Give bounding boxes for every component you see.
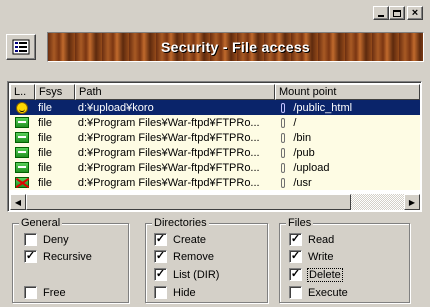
mount-list[interactable]: L.. Fsys Path Mount point file d:¥upload…: [7, 81, 422, 212]
read-checkbox[interactable]: ✓ Read: [289, 233, 334, 246]
path-cell: d:¥Program Files¥War-ftpd¥FTPRo...: [77, 116, 260, 129]
paperclip-icon: [281, 117, 286, 128]
mount-cell: /public_html: [293, 101, 353, 114]
scroll-left-button[interactable]: ◀: [10, 194, 26, 210]
column-header-l[interactable]: L..: [10, 84, 35, 100]
table-row[interactable]: file d:¥Program Files¥War-ftpd¥FTPRo... …: [10, 130, 420, 145]
checkbox-box[interactable]: ✓: [154, 233, 167, 246]
checkbox-box[interactable]: [154, 286, 167, 299]
paperclip-icon: [281, 162, 286, 173]
table-row[interactable]: file d:¥Program Files¥War-ftpd¥FTPRo... …: [10, 160, 420, 175]
checkbox-box[interactable]: [289, 286, 302, 299]
path-cell: d:¥Program Files¥War-ftpd¥FTPRo...: [77, 161, 260, 174]
general-group-label: General: [19, 216, 63, 230]
paperclip-icon: [281, 132, 286, 143]
fsys-cell: file: [37, 116, 52, 129]
checkbox-box[interactable]: ✓: [289, 250, 302, 263]
table-row[interactable]: file d:¥Program Files¥War-ftpd¥FTPRo... …: [10, 115, 420, 130]
path-cell: d:¥Program Files¥War-ftpd¥FTPRo...: [77, 131, 260, 144]
table-row[interactable]: file d:¥upload¥koro /public_html: [10, 100, 420, 115]
page-title: Security - File access: [160, 39, 310, 55]
table-row[interactable]: file d:¥Program Files¥War-ftpd¥FTPRo... …: [10, 175, 420, 190]
checkbox-box[interactable]: ✓: [289, 268, 302, 281]
scroll-thumb[interactable]: [26, 194, 351, 210]
checkbox-box[interactable]: [24, 233, 37, 246]
fsys-cell: file: [37, 146, 52, 159]
files-group-label: Files: [286, 216, 314, 230]
list-icon: [12, 39, 30, 55]
checkbox-box[interactable]: ✓: [289, 233, 302, 246]
scroll-right-button[interactable]: ▶: [404, 194, 420, 210]
title-banner: Security - File access: [47, 32, 424, 62]
free-checkbox[interactable]: Free: [24, 286, 66, 299]
fsys-cell: file: [37, 176, 52, 189]
table-row[interactable]: file d:¥Program Files¥War-ftpd¥FTPRo... …: [10, 145, 420, 160]
smiley-icon: [16, 101, 29, 114]
green-folder-icon: [15, 117, 30, 128]
column-header-path[interactable]: Path: [75, 84, 275, 100]
green-folder-icon: [15, 132, 30, 143]
fsys-cell: file: [37, 161, 52, 174]
checkbox-box[interactable]: ✓: [24, 250, 37, 263]
paperclip-icon: [281, 177, 286, 188]
mount-cell: /: [293, 116, 297, 129]
delete-checkbox[interactable]: ✓ Delete: [289, 267, 343, 282]
paperclip-icon: [281, 102, 286, 113]
checkbox-box[interactable]: [24, 286, 37, 299]
horizontal-scrollbar[interactable]: ◀ ▶: [10, 194, 420, 210]
close-button[interactable]: ×: [407, 6, 423, 20]
green-folder-icon: [15, 147, 30, 158]
column-header-mount-point[interactable]: Mount point: [275, 84, 420, 100]
execute-checkbox[interactable]: Execute: [289, 286, 348, 299]
minimize-icon: [378, 15, 384, 17]
green-folder-icon: [15, 162, 30, 173]
checkbox-box[interactable]: ✓: [154, 268, 167, 281]
mount-cell: /upload: [293, 161, 330, 174]
recursive-checkbox[interactable]: ✓ Recursive: [24, 250, 92, 263]
mount-cell: /pub: [293, 146, 315, 159]
path-cell: d:¥Program Files¥War-ftpd¥FTPRo...: [77, 146, 260, 159]
scroll-track[interactable]: [26, 194, 404, 210]
arrow-left-icon: ◀: [14, 197, 22, 207]
paperclip-icon: [281, 147, 286, 158]
minimize-button[interactable]: [373, 6, 389, 20]
list-header: L.. Fsys Path Mount point: [10, 84, 420, 100]
hide-checkbox[interactable]: Hide: [154, 286, 196, 299]
mount-cell: /bin: [293, 131, 312, 144]
list-dir-checkbox[interactable]: ✓ List (DIR): [154, 268, 219, 281]
mount-cell: /usr: [293, 176, 312, 189]
checkbox-box[interactable]: ✓: [154, 250, 167, 263]
arrow-right-icon: ▶: [408, 197, 416, 207]
fsys-cell: file: [37, 101, 52, 114]
list-view-button[interactable]: [6, 34, 36, 60]
denied-folder-icon: [15, 177, 30, 188]
close-icon: ×: [411, 6, 419, 19]
create-checkbox[interactable]: ✓ Create: [154, 233, 206, 246]
directories-group-label: Directories: [152, 216, 209, 230]
fsys-cell: file: [37, 131, 52, 144]
column-header-fsys[interactable]: Fsys: [35, 84, 75, 100]
maximize-button[interactable]: [389, 6, 405, 20]
path-cell: d:¥upload¥koro: [77, 101, 154, 114]
deny-checkbox[interactable]: Deny: [24, 233, 69, 246]
maximize-icon: [393, 9, 401, 17]
path-cell: d:¥Program Files¥War-ftpd¥FTPRo...: [77, 176, 260, 189]
write-checkbox[interactable]: ✓ Write: [289, 250, 333, 263]
remove-checkbox[interactable]: ✓ Remove: [154, 250, 214, 263]
